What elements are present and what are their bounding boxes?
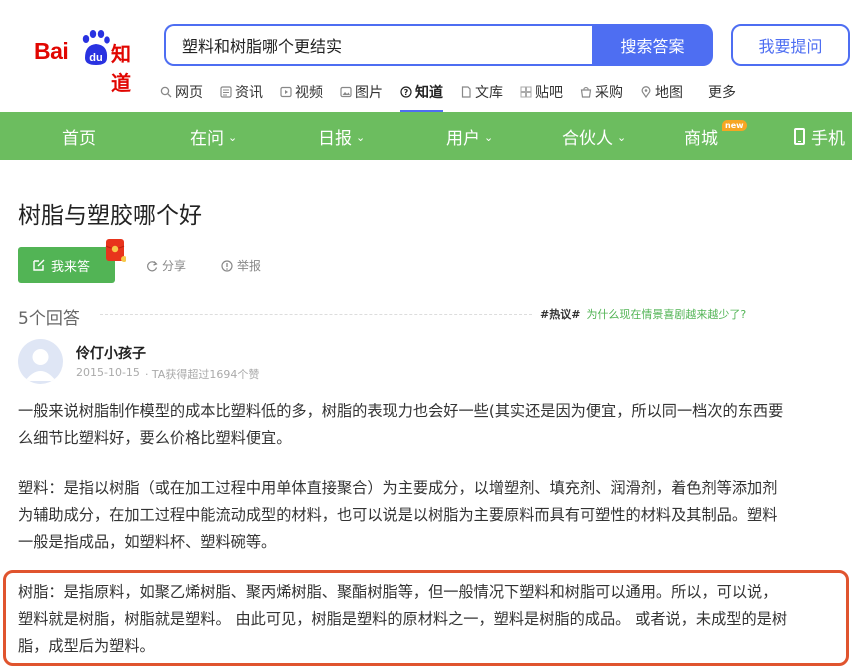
nav-caigou-label: 采购 — [595, 85, 623, 101]
map-icon — [641, 86, 651, 98]
report-label: 举报 — [237, 259, 262, 273]
menu-yonghu[interactable]: 用户 ⌄ — [446, 112, 493, 160]
search-answer-button[interactable]: 搜索答案 — [592, 24, 713, 66]
menu-shangcheng[interactable]: 商城 new — [684, 112, 747, 160]
nav-web[interactable]: 网页 — [160, 80, 203, 104]
nav-web-label: 网页 — [175, 85, 203, 101]
share-label: 分享 — [162, 259, 187, 273]
menu-yonghu-label: 用户 — [446, 128, 480, 149]
red-packet-icon — [105, 239, 126, 262]
menu-ribao[interactable]: 日报 ⌄ — [318, 112, 365, 160]
menu-huoban[interactable]: 合伙人 ⌄ — [562, 112, 626, 160]
logo-du-text: du — [89, 52, 102, 64]
hot-topic[interactable]: #热议# 为什么现在情景喜剧越来越少了? — [540, 306, 746, 322]
hot-topic-link[interactable]: 为什么现在情景喜剧越来越少了? — [586, 306, 746, 322]
phone-icon — [794, 127, 805, 145]
chevron-down-icon: ⌄ — [484, 130, 494, 144]
nav-image[interactable]: 图片 — [340, 80, 383, 104]
chevron-down-icon: ⌄ — [617, 130, 627, 144]
answer-button-label: 我来答 — [51, 259, 91, 275]
search-icon — [160, 86, 172, 98]
doc-icon — [461, 86, 471, 98]
menu-shangcheng-label: 商城 — [684, 128, 718, 149]
nav-tieba[interactable]: 贴吧 — [520, 80, 563, 104]
menu-ribao-label: 日报 — [318, 128, 352, 149]
image-icon — [340, 86, 352, 98]
nav-tieba-label: 贴吧 — [535, 85, 563, 101]
product-nav: 网页 资讯 视频 图片 ? 知道 文库 贴吧 采购 地图 更多 — [160, 80, 753, 113]
svg-text:?: ? — [404, 88, 409, 97]
share-icon — [147, 260, 158, 271]
logo-bai-text: Bai — [34, 38, 69, 64]
menu-home[interactable]: 首页 — [62, 112, 96, 160]
nav-more-label: 更多 — [708, 85, 736, 101]
avatar[interactable] — [18, 339, 63, 384]
answer-count: 5个回答 — [18, 309, 80, 329]
nav-zhidao[interactable]: ? 知道 — [400, 80, 443, 113]
divider — [100, 314, 532, 315]
alert-icon — [221, 259, 233, 272]
answer-meta: 2015-10-15 · TA获得超过1694个赞 — [76, 366, 264, 382]
hot-tag: #热议# — [540, 308, 581, 321]
baidu-zhidao-logo[interactable]: Bai du 知道 — [34, 30, 150, 95]
nav-news[interactable]: 资讯 — [220, 80, 263, 104]
question-title: 树脂与塑胶哪个好 — [18, 203, 202, 229]
question-icon: ? — [400, 86, 412, 98]
tieba-icon — [520, 86, 532, 98]
shop-icon — [580, 87, 592, 98]
menu-shouji-label: 手机 — [811, 128, 845, 149]
nav-caigou[interactable]: 采购 — [580, 80, 623, 104]
nav-video-label: 视频 — [295, 85, 323, 101]
author-likes: · TA获得超过1694个赞 — [144, 368, 260, 381]
menu-shouji[interactable]: 手机 — [794, 112, 845, 160]
answer-paragraph: 一般来说树脂制作模型的成本比塑料低的多，树脂的表现力也会好一些(其实还是因为便宜… — [18, 402, 784, 447]
share-button[interactable]: 分享 — [146, 257, 186, 274]
nav-wenku[interactable]: 文库 — [460, 80, 503, 104]
paw-icon: du — [82, 30, 110, 65]
chevron-down-icon: ⌄ — [228, 130, 238, 144]
logo-zhidao-text: 知道 — [111, 42, 131, 95]
nav-image-label: 图片 — [355, 85, 383, 101]
menu-huoban-label: 合伙人 — [562, 128, 613, 149]
answer-date: 2015-10-15 — [76, 366, 140, 379]
answer-paragraph: 塑料：是指以树脂（或在加工过程中用单体直接聚合）为主要成分，以增塑剂、填充剂、润… — [18, 479, 778, 551]
menu-home-label: 首页 — [62, 128, 96, 149]
user-icon — [25, 349, 56, 381]
main-menu: 首页 在问 ⌄ 日报 ⌄ 用户 ⌄ 合伙人 ⌄ 商城 new 手机 — [0, 112, 852, 160]
nav-news-label: 资讯 — [235, 85, 263, 101]
chevron-down-icon: ⌄ — [356, 130, 366, 144]
answer-button[interactable]: 我来答 — [18, 247, 115, 283]
nav-more[interactable]: 更多 — [708, 80, 736, 104]
report-button[interactable]: 举报 — [221, 257, 261, 274]
highlight-box — [3, 570, 849, 666]
search-input[interactable] — [166, 26, 592, 64]
video-icon — [280, 86, 292, 98]
nav-zhidao-label: 知道 — [415, 85, 443, 101]
nav-map-label: 地图 — [655, 85, 683, 101]
nav-map[interactable]: 地图 — [640, 80, 683, 104]
news-icon — [220, 86, 232, 98]
search-box — [164, 24, 592, 66]
new-badge: new — [722, 120, 747, 131]
author-name[interactable]: 伶仃小孩子 — [76, 343, 146, 363]
ask-question-button[interactable]: 我要提问 — [731, 24, 850, 66]
nav-video[interactable]: 视频 — [280, 80, 323, 104]
menu-zaiwen[interactable]: 在问 ⌄ — [190, 112, 237, 160]
edit-icon — [33, 259, 45, 271]
nav-wenku-label: 文库 — [475, 85, 503, 101]
menu-zaiwen-label: 在问 — [190, 128, 224, 149]
